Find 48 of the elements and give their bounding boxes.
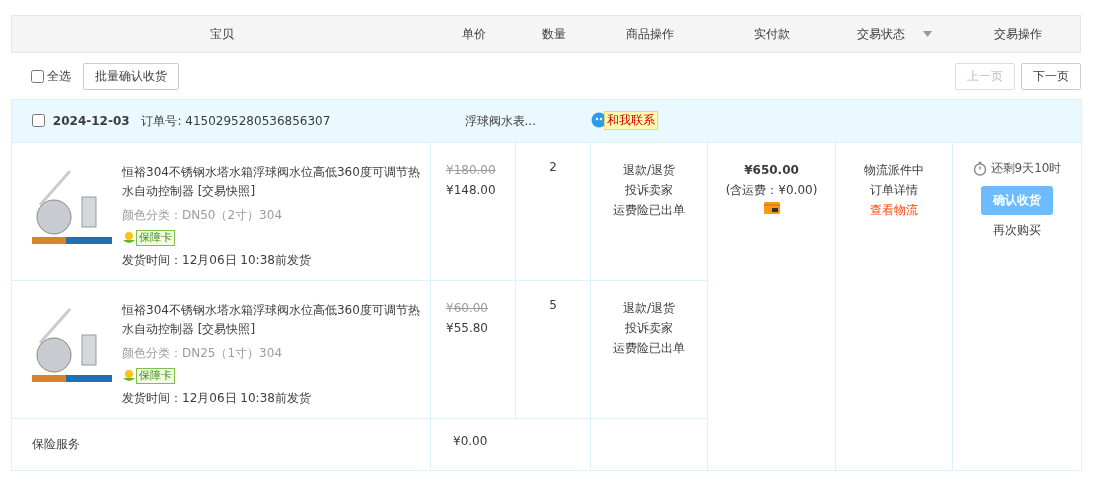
column-header: 宝贝: [208, 25, 235, 43]
unit-price: ¥148.00: [446, 182, 497, 199]
product-spec: 颜色分类：DN50（2寸）304: [122, 207, 284, 224]
shop-name[interactable]: 浮球阀水表...: [464, 113, 536, 128]
dropdown-arrow-icon: [923, 31, 932, 37]
column-header: 数量: [540, 25, 567, 43]
item-action-link[interactable]: 投诉卖家: [625, 183, 673, 197]
total-paid: ¥650.00: [743, 162, 800, 179]
order-number: 订单号: 4150295280536856307: [141, 113, 331, 128]
quantity: 2: [549, 160, 557, 174]
insurance-label: 保险服务: [32, 437, 80, 451]
flower-icon: [122, 369, 136, 383]
select-all-checkbox[interactable]: [31, 69, 44, 83]
contact-seller-link[interactable]: 和我联系: [603, 110, 658, 130]
stopwatch-icon: [972, 161, 987, 176]
buy-again-link[interactable]: 再次购买: [993, 223, 1042, 237]
card-icon: [763, 202, 780, 214]
column-header: 单价: [460, 25, 487, 43]
item-action-link[interactable]: 运费险已出单: [613, 341, 685, 355]
select-all-label: 全选: [47, 67, 71, 85]
column-header: 交易操作: [992, 25, 1043, 43]
item-action-link[interactable]: 退款/退货: [623, 301, 676, 315]
item-action-link[interactable]: 退款/退货: [623, 163, 676, 177]
unit-price: ¥55.80: [446, 320, 489, 337]
ship-time: 发货时间：12月06日 10:38前发货: [122, 390, 312, 407]
item-action-link[interactable]: 投诉卖家: [625, 321, 673, 335]
pager-button[interactable]: 下一页: [1021, 62, 1081, 90]
item-action-link[interactable]: 运费险已出单: [613, 203, 685, 217]
order-detail-link[interactable]: 订单详情: [870, 183, 918, 197]
view-logistics-link[interactable]: 查看物流: [870, 203, 918, 217]
countdown-text: 还剩9天10时: [990, 160, 1062, 177]
product-title[interactable]: 恒裕304不锈钢水塔水箱浮球阀水位高低360度可调节热水自动控制器 [交易快照]: [122, 301, 422, 339]
column-header[interactable]: 交易状态: [836, 16, 953, 52]
order-checkbox[interactable]: [32, 113, 45, 127]
flower-icon: [122, 231, 136, 245]
original-price: ¥180.00: [446, 162, 497, 179]
quantity: 5: [549, 298, 557, 312]
shipping-fee: (含运费：¥0.00): [724, 182, 819, 199]
product-title[interactable]: 恒裕304不锈钢水塔水箱浮球阀水位高低360度可调节热水自动控制器 [交易快照]: [122, 163, 422, 201]
insurance-price: ¥0.00: [453, 434, 488, 448]
ship-time: 发货时间：12月06日 10:38前发货: [122, 252, 312, 269]
original-price: ¥60.00: [446, 300, 489, 317]
order-status: 物流派件中: [864, 163, 924, 177]
column-header: 实付款: [753, 25, 791, 43]
order-date: 2024-12-03: [52, 113, 130, 128]
column-header: 商品操作: [624, 25, 675, 43]
batch-confirm-button[interactable]: 批量确认收货: [83, 62, 179, 90]
product-spec: 颜色分类：DN25（1寸）304: [122, 345, 284, 362]
